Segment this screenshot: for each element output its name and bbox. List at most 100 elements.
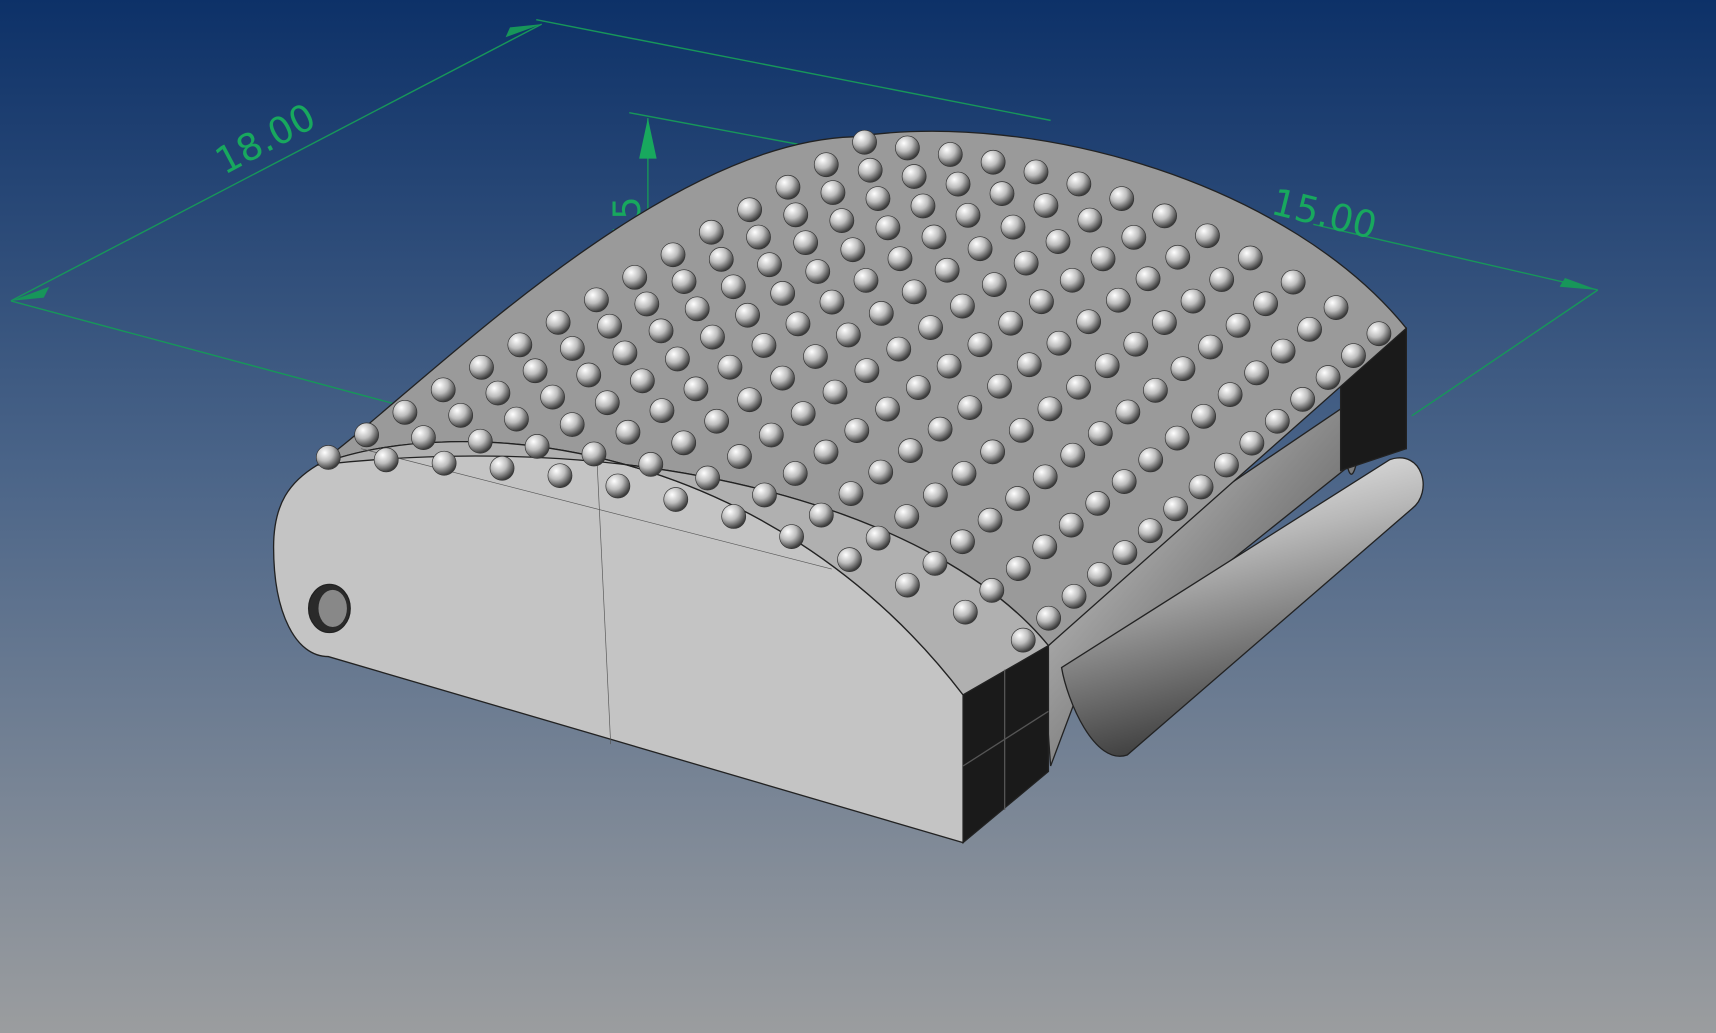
bead [1137, 518, 1163, 544]
bead [979, 578, 1005, 603]
bead [819, 289, 845, 315]
bead [612, 340, 638, 366]
bead [987, 373, 1012, 399]
bead [615, 419, 641, 445]
bead [977, 507, 1003, 533]
bead [1209, 267, 1235, 292]
bead [1010, 627, 1036, 653]
bead [594, 390, 620, 416]
bead [886, 336, 912, 362]
bead [735, 302, 760, 328]
bead [951, 461, 977, 486]
bead [1111, 469, 1137, 495]
bead [1005, 556, 1031, 582]
bead [875, 215, 901, 241]
bead [1290, 387, 1316, 412]
bead [894, 504, 920, 529]
bead [467, 428, 493, 454]
bead [1270, 338, 1296, 364]
bead [648, 318, 674, 344]
bead [980, 439, 1006, 465]
bead [1315, 365, 1341, 390]
bead [1170, 356, 1196, 382]
bead [901, 279, 927, 305]
bead [584, 287, 609, 313]
bead [1066, 171, 1092, 197]
bead [770, 365, 795, 391]
bead [1060, 442, 1086, 468]
cad-viewport[interactable]: 18.00 5.15 15.00 [0, 0, 1716, 1033]
bead [411, 425, 436, 450]
bead [489, 455, 515, 481]
bead [840, 237, 866, 263]
bead [1341, 343, 1366, 369]
bead [1059, 267, 1085, 293]
bead [622, 264, 648, 290]
bead [923, 482, 948, 508]
bead [1115, 399, 1141, 425]
bead [1077, 207, 1103, 233]
bead [829, 208, 855, 234]
bead [927, 416, 953, 442]
bead [887, 246, 913, 272]
bead [540, 384, 565, 410]
bead [660, 242, 686, 268]
bead [1237, 245, 1263, 271]
bead [998, 310, 1024, 336]
bead [950, 293, 975, 319]
bead [430, 377, 456, 403]
bead [469, 354, 494, 380]
bead [952, 599, 978, 625]
bead [1066, 374, 1091, 400]
bead [1032, 464, 1058, 490]
bead [785, 311, 811, 337]
bead [779, 524, 804, 549]
bead [955, 202, 981, 228]
bead [838, 481, 864, 506]
bead [708, 247, 734, 272]
bead [1165, 244, 1191, 270]
bead [967, 236, 993, 262]
bead [746, 224, 771, 250]
bead [547, 463, 573, 489]
bead [1264, 408, 1290, 434]
bead [820, 180, 846, 205]
bead [853, 268, 879, 293]
bead [504, 406, 529, 432]
bead [629, 368, 655, 394]
bead [684, 296, 710, 322]
bead [663, 487, 689, 512]
bead [485, 380, 511, 406]
bead [1076, 309, 1102, 335]
bead [605, 473, 631, 499]
bead [852, 129, 877, 155]
bead [868, 301, 894, 326]
bead [1087, 421, 1113, 446]
bead [597, 313, 622, 339]
bead [868, 459, 894, 485]
bead [980, 149, 1006, 175]
bead [1045, 229, 1071, 254]
bead [1094, 353, 1120, 379]
bead [751, 333, 777, 358]
bead [813, 152, 839, 178]
bead [1180, 288, 1206, 314]
bead [1037, 396, 1063, 422]
bead [910, 193, 936, 219]
bead [683, 376, 709, 402]
bead [957, 395, 983, 421]
bead [545, 309, 571, 335]
bead [805, 259, 831, 284]
bead [793, 230, 819, 256]
bead [865, 525, 891, 551]
bead [1000, 214, 1026, 240]
bead [989, 181, 1015, 207]
bead [373, 447, 399, 473]
bead [1152, 310, 1177, 336]
bead [790, 401, 816, 426]
bead [1032, 534, 1058, 560]
bead [857, 157, 883, 183]
bead [865, 186, 891, 211]
bead [1005, 486, 1031, 511]
bead [695, 465, 721, 491]
